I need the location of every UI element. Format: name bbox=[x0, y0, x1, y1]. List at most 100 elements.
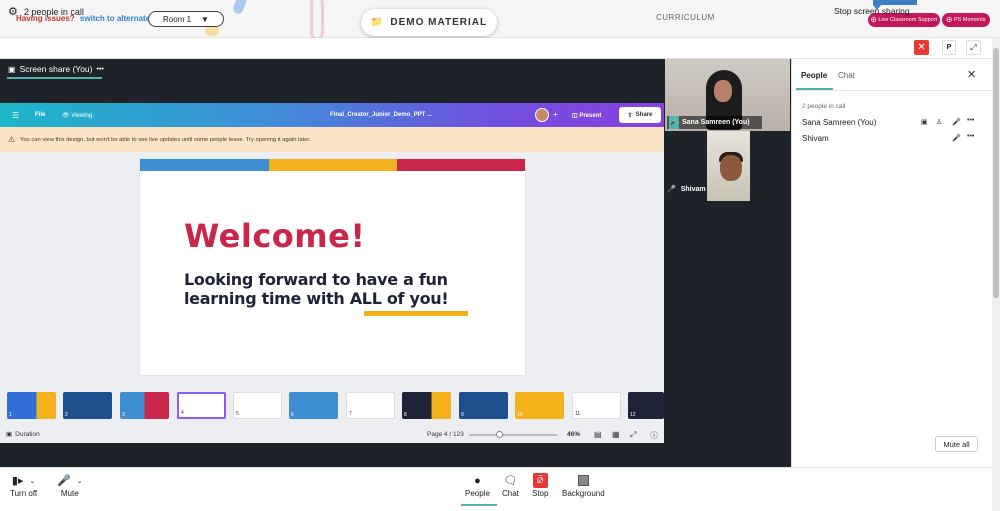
slide-thumbnail[interactable]: 8 bbox=[402, 392, 451, 419]
video-name: Shivam bbox=[680, 185, 706, 193]
plus-circle-icon: ⨁ bbox=[946, 17, 953, 23]
hamburger-icon[interactable]: ☰ bbox=[12, 111, 19, 120]
stop-sharing-button[interactable]: ✕ bbox=[914, 40, 929, 55]
scrollbar-thumb[interactable] bbox=[993, 48, 999, 298]
slide-stripe-blue bbox=[140, 159, 269, 171]
ps-moments-button[interactable]: ⨁ PS Moments bbox=[942, 13, 990, 27]
viewing-indicator[interactable]: 👁 Viewing bbox=[62, 112, 92, 119]
screen-share-icon: ▣ bbox=[921, 119, 928, 126]
warning-icon: ⚠ bbox=[8, 135, 16, 144]
present-label: Present bbox=[579, 113, 602, 119]
zoom-level[interactable]: 46% bbox=[567, 431, 580, 438]
avatar[interactable] bbox=[535, 108, 549, 122]
slide-heading: Welcome! bbox=[184, 217, 366, 255]
mute-all-button[interactable]: Mute all bbox=[935, 436, 978, 452]
demo-material-button[interactable]: 📁 DEMO MATERIAL bbox=[361, 9, 497, 36]
mic-icon: 🎤 bbox=[667, 186, 676, 193]
curriculum-tab[interactable]: CURRICULUM bbox=[656, 13, 715, 22]
mic-icon: 🎤 bbox=[669, 116, 679, 129]
share-button[interactable]: ⇧ Share bbox=[619, 107, 661, 123]
in-call-count: 2 people in call bbox=[802, 103, 846, 110]
slide-stripe-yellow bbox=[269, 159, 397, 171]
screen-icon: ▣ bbox=[8, 64, 16, 74]
people-count-text: 2 people in call bbox=[23, 6, 84, 17]
slide-thumbnail-selected[interactable]: 4 bbox=[177, 392, 226, 419]
more-icon[interactable]: ••• bbox=[97, 66, 104, 73]
mute-button[interactable]: 🎤 ⌄ Mute bbox=[57, 472, 83, 498]
thumbnail-number: 5 bbox=[236, 411, 239, 417]
present-icon: ◫ bbox=[572, 113, 578, 119]
ps-moments-label: PS Moments bbox=[954, 17, 986, 23]
expand-icon: ⤢ bbox=[970, 42, 977, 52]
slide-thumbnail[interactable]: 9 bbox=[459, 392, 508, 419]
participant-name: Sana Samreen (You) bbox=[802, 118, 877, 127]
gear-icon[interactable]: ⚙ bbox=[8, 5, 18, 18]
duration-label: Duration bbox=[15, 430, 40, 438]
call-info: ⚙ 2 people in call bbox=[8, 5, 84, 18]
screen-share-label: Screen share (You) bbox=[19, 64, 93, 74]
viewing-label: Viewing bbox=[71, 113, 93, 119]
thumbnail-number: 6 bbox=[291, 412, 294, 418]
notes-icon[interactable]: ▤ bbox=[594, 430, 602, 439]
fullscreen-icon[interactable]: ⤢ bbox=[630, 430, 636, 440]
slide-thumbnail[interactable]: 2 bbox=[63, 392, 112, 419]
slide-underline bbox=[364, 311, 468, 316]
mic-icon[interactable]: 🎤 bbox=[952, 118, 961, 126]
add-icon[interactable]: + bbox=[553, 110, 558, 119]
presenter-icon[interactable]: ♙ bbox=[936, 118, 942, 126]
slide-thumbnail[interactable]: 7 bbox=[346, 392, 395, 419]
slide-thumbnail[interactable]: 10 bbox=[515, 392, 564, 419]
mic-icon[interactable]: 🎤 bbox=[952, 134, 961, 142]
slide-thumbnail[interactable]: 1 bbox=[7, 392, 56, 419]
video-name-tag: 🎤 Sana Samreen (You) bbox=[667, 116, 762, 129]
slide-stripe-red bbox=[397, 159, 525, 171]
file-menu[interactable]: File bbox=[35, 112, 45, 118]
video-name: Sana Samreen (You) bbox=[682, 119, 750, 126]
participant-name: Shivam bbox=[802, 134, 829, 143]
slide-thumbnail[interactable]: 3 bbox=[120, 392, 169, 419]
divider bbox=[791, 90, 992, 91]
help-icon[interactable]: ⓘ bbox=[650, 430, 658, 441]
folder-icon: 📁 bbox=[370, 17, 385, 28]
close-icon[interactable]: ✕ bbox=[967, 68, 976, 81]
chat-button[interactable]: 🗨 Chat bbox=[502, 472, 519, 498]
expand-button[interactable]: ⤢ bbox=[966, 40, 981, 55]
more-icon[interactable]: ••• bbox=[967, 133, 974, 140]
tab-chat[interactable]: Chat bbox=[838, 71, 855, 80]
slide-thumbnail[interactable]: 5 bbox=[233, 392, 282, 419]
caret-down-icon: ▼ bbox=[201, 14, 209, 24]
slide-canvas bbox=[140, 159, 525, 375]
people-label: People bbox=[465, 489, 490, 498]
slide-thumbnail[interactable]: 12 bbox=[628, 392, 664, 419]
eye-icon: 👁 bbox=[62, 113, 70, 119]
pin-button[interactable]: P bbox=[942, 40, 956, 55]
slide-line-2: learning time with ALL of you! bbox=[184, 289, 449, 308]
screen-share-tab[interactable]: ▣ Screen share (You) ••• bbox=[8, 64, 104, 74]
thumbnail-number: 9 bbox=[461, 412, 464, 418]
room-select[interactable]: Room 1 ▼ bbox=[148, 11, 224, 27]
duration-button[interactable]: ▣ Duration bbox=[6, 430, 40, 439]
stop-share-button[interactable]: ⦱ Stop bbox=[532, 472, 548, 498]
camera-toggle-button[interactable]: ▮▸ ⌄ Turn off bbox=[10, 472, 37, 498]
slide-thumbnail[interactable]: 6 bbox=[289, 392, 338, 419]
warning-text: You can view this design, but won't be a… bbox=[20, 137, 311, 143]
active-tool-underline bbox=[461, 504, 497, 506]
live-support-label: Live Classroom Support bbox=[878, 17, 938, 23]
video-face bbox=[720, 155, 742, 181]
grid-view-icon[interactable]: ▦ bbox=[612, 430, 620, 439]
mic-icon: 🎤 ⌄ bbox=[57, 475, 83, 487]
slide-thumbnail[interactable]: 11 bbox=[572, 392, 621, 419]
background-button[interactable]: Background bbox=[562, 472, 605, 498]
people-button[interactable]: ● People bbox=[465, 472, 490, 499]
page-indicator: Page 4 / 123 bbox=[427, 431, 464, 438]
zoom-slider[interactable] bbox=[469, 434, 557, 436]
design-title[interactable]: Final_Creator_Junior_Demo_PPT ... bbox=[330, 112, 432, 118]
stop-sharing-label[interactable]: Stop screen sharing bbox=[834, 6, 910, 16]
present-button[interactable]: ◫ Present bbox=[572, 112, 601, 119]
thumbnail-number: 11 bbox=[575, 411, 581, 417]
tab-people[interactable]: People bbox=[801, 71, 827, 80]
thumbnail-number: 3 bbox=[122, 412, 125, 418]
mute-label: Mute bbox=[60, 489, 79, 498]
call-header bbox=[0, 38, 991, 59]
more-icon[interactable]: ••• bbox=[967, 117, 974, 124]
